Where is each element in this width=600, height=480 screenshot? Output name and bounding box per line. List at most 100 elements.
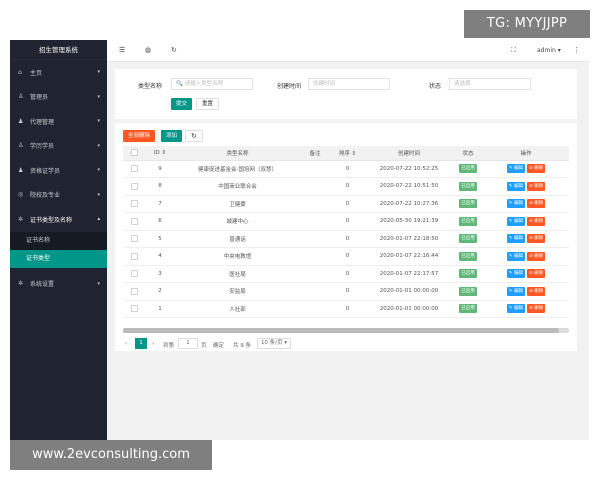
goto-page-input[interactable]: 1 (178, 338, 198, 349)
row-checkbox[interactable] (130, 200, 138, 208)
sidebar-subitem-cert-name[interactable]: 证书名称 (10, 231, 107, 250)
app-window: 招生管理系统 ⌂ 主页 ▾ ♙ 管理员 ▾ ♟ 代理管理 ▾ ♙ 学历学员 ▾ ♟ 资格证学员 ▾ ◎ 院校及专… (10, 40, 589, 440)
sidebar-item-system-settings[interactable]: ✲ 系统设置 ▾ (10, 272, 107, 297)
status-toggle[interactable]: 已启用 (459, 234, 477, 244)
sidebar-item-person[interactable]: ♟ 代理管理 ▾ (10, 109, 107, 134)
status-toggle[interactable]: 已启用 (459, 269, 477, 279)
row-checkbox[interactable] (130, 235, 138, 243)
select-all-checkbox[interactable] (130, 149, 138, 157)
status-select[interactable]: 请选择 (449, 78, 531, 90)
page-1-button[interactable]: 1 (135, 338, 147, 349)
sidebar-item-group[interactable]: ♟ 资格证学员 ▾ (10, 158, 107, 183)
submit-button[interactable]: 提交 (171, 98, 193, 110)
row-checkbox[interactable] (130, 217, 138, 225)
globe-icon[interactable]: ◍ (145, 46, 151, 54)
cell-type-name: 人社部 (175, 300, 300, 318)
select-all-checkbox-cell[interactable] (123, 146, 145, 161)
refresh-table-button[interactable]: ↻ (185, 130, 203, 142)
row-checkbox-cell[interactable] (123, 282, 145, 301)
edit-button[interactable]: ✎ 编辑 (506, 164, 525, 174)
menu-toggle-icon[interactable]: ☰ (119, 46, 125, 54)
row-checkbox-cell[interactable] (123, 212, 145, 231)
delete-button[interactable]: ⊘ 删除 (527, 251, 546, 261)
edit-button[interactable]: ✎ 编辑 (506, 269, 525, 279)
table-row: 5 普通话 0 2020-01-07 22:18:50 已启用 ✎ 编辑 ⊘ 删除 (123, 230, 569, 248)
row-checkbox-cell[interactable] (123, 195, 145, 213)
delete-button[interactable]: ⊘ 删除 (527, 199, 546, 209)
edit-button[interactable]: ✎ 编辑 (506, 181, 525, 191)
fullscreen-icon[interactable]: ⛶ (511, 46, 516, 55)
table-row: 4 中央电教馆 0 2020-01-07 22:16:44 已启用 ✎ 编辑 ⊘ 删除 (123, 247, 569, 266)
cell-type-name: 卫健委 (175, 195, 300, 213)
row-checkbox[interactable] (130, 182, 138, 190)
row-checkbox-cell[interactable] (123, 160, 145, 178)
page-size-select[interactable]: 10 条/页 ▾ (257, 338, 291, 349)
status-toggle[interactable]: 已启用 (459, 164, 477, 174)
delete-button[interactable]: ⊘ 删除 (527, 269, 546, 279)
sidebar-subitem-cert-type[interactable]: 证书类型 (10, 249, 107, 268)
school-icon: ◎ (18, 191, 24, 199)
delete-button[interactable]: ⊘ 删除 (527, 164, 546, 174)
cell-actions: ✎ 编辑 ⊘ 删除 (483, 230, 569, 248)
delete-all-button[interactable]: 全部删除 (123, 130, 156, 142)
header-id[interactable]: ID ⇕ (145, 146, 175, 161)
prev-page-button[interactable]: ‹ (125, 341, 127, 347)
chevron-down-icon: ▾ (97, 280, 100, 287)
cell-created-time: 2020-01-07 22:17:57 (365, 265, 453, 283)
created-time-input[interactable]: 创建时间 (308, 78, 390, 90)
row-checkbox[interactable] (130, 287, 138, 295)
table-row: 8 中国商业联合会 0 2020-07-22 10:51:50 已启用 ✎ 编辑 ⊘ 删除 (123, 177, 569, 196)
edit-button[interactable]: ✎ 编辑 (506, 199, 525, 209)
edit-button[interactable]: ✎ 编辑 (506, 251, 525, 261)
row-checkbox-cell[interactable] (123, 265, 145, 283)
row-checkbox[interactable] (130, 252, 138, 260)
edit-button[interactable]: ✎ 编辑 (506, 216, 525, 226)
cell-status: 已启用 (453, 300, 483, 318)
edit-button[interactable]: ✎ 编辑 (506, 234, 525, 244)
refresh-icon[interactable]: ↻ (171, 46, 177, 54)
sidebar-item-home[interactable]: ⌂ 主页 ▾ (10, 60, 107, 85)
sidebar-item-user[interactable]: ♙ 管理员 ▾ (10, 85, 107, 110)
cell-status: 已启用 (453, 195, 483, 213)
status-toggle[interactable]: 已启用 (459, 251, 477, 261)
header-sort[interactable]: 排序 ⇕ (330, 146, 365, 161)
status-toggle[interactable]: 已启用 (459, 199, 477, 209)
edit-button[interactable]: ✎ 编辑 (506, 304, 525, 314)
edit-button[interactable]: ✎ 编辑 (506, 286, 525, 296)
goto-confirm-button[interactable]: 确定 (213, 341, 224, 349)
row-checkbox-cell[interactable] (123, 230, 145, 248)
cell-status: 已启用 (453, 265, 483, 283)
cell-sort: 0 (330, 177, 365, 196)
type-name-input[interactable]: 🔍 请输入类型名称 (171, 78, 253, 90)
sidebar-item-settings[interactable]: ✲ 证书类型及名称 ▴ (10, 207, 107, 232)
total-count: 共 9 条 (233, 343, 251, 349)
cell-type-name: 城建中心 (175, 212, 300, 231)
chevron-down-icon: ▾ (97, 142, 100, 149)
more-icon[interactable]: ⋮ (573, 46, 580, 54)
row-checkbox-cell[interactable] (123, 177, 145, 196)
sidebar-item-student[interactable]: ♙ 学历学员 ▾ (10, 134, 107, 159)
row-checkbox[interactable] (130, 165, 138, 173)
sidebar-item-label: 系统设置 (30, 281, 55, 289)
reset-button[interactable]: 重置 (196, 98, 220, 110)
user-menu[interactable]: admin ▾ (537, 47, 561, 54)
row-checkbox-cell[interactable] (123, 300, 145, 318)
delete-button[interactable]: ⊘ 删除 (527, 304, 546, 314)
delete-button[interactable]: ⊘ 删除 (527, 181, 546, 191)
status-toggle[interactable]: 已启用 (459, 181, 477, 191)
scrollbar-thumb[interactable] (123, 328, 559, 333)
row-checkbox-cell[interactable] (123, 247, 145, 266)
status-toggle[interactable]: 已启用 (459, 304, 477, 314)
cell-created-time: 2020-07-22 10:51:50 (365, 177, 453, 196)
delete-button[interactable]: ⊘ 删除 (527, 286, 546, 296)
delete-button[interactable]: ⊘ 删除 (527, 216, 546, 226)
status-toggle[interactable]: 已启用 (459, 216, 477, 226)
row-checkbox[interactable] (130, 270, 138, 278)
next-page-button[interactable]: › (152, 341, 154, 347)
row-checkbox[interactable] (130, 305, 138, 313)
sidebar-item-school[interactable]: ◎ 院校及专业 ▾ (10, 183, 107, 208)
status-toggle[interactable]: 已启用 (459, 286, 477, 296)
horizontal-scrollbar[interactable] (123, 328, 569, 333)
delete-button[interactable]: ⊘ 删除 (527, 234, 546, 244)
add-button[interactable]: 添加 (161, 130, 183, 142)
